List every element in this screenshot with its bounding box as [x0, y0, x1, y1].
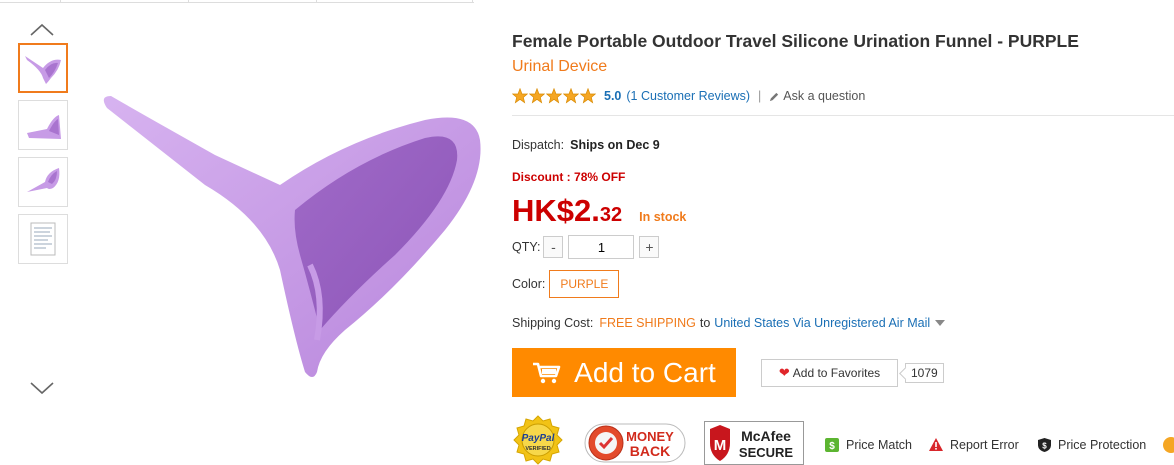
free-shipping-label: FREE SHIPPING — [599, 316, 696, 330]
heart-icon: ❤ — [778, 365, 790, 380]
star-icon — [580, 88, 596, 104]
money-text: MONEY — [626, 429, 674, 444]
qty-decrease-button[interactable]: - — [543, 236, 564, 258]
warning-icon — [929, 438, 943, 451]
section-divider — [512, 115, 1174, 116]
paypal-verified-badge: PayPal VERIFIED — [512, 415, 564, 465]
favorites-count: 1079 — [905, 363, 944, 383]
color-option-purple[interactable]: PURPLE — [549, 270, 620, 298]
dispatch-label: Dispatch: — [512, 138, 565, 152]
price-cents: 32 — [599, 204, 623, 226]
stock-status: In stock — [639, 210, 687, 224]
quantity-row: QTY: - + — [512, 235, 660, 259]
star-icon — [546, 88, 562, 104]
qty-increase-button[interactable]: + — [639, 236, 660, 258]
paypal-verified-text: VERIFIED — [525, 446, 550, 452]
mcafee-secure-badge: M McAfee SECURE — [704, 421, 804, 465]
price-match-icon: $ — [825, 438, 839, 452]
add-to-cart-button[interactable]: Add to Cart — [512, 348, 736, 397]
report-error-link[interactable]: Report Error — [928, 437, 1019, 452]
info-icon[interactable] — [1163, 437, 1174, 453]
thumbnail-1[interactable] — [18, 43, 68, 93]
secure-text: SECURE — [739, 445, 794, 460]
price-match-link[interactable]: $ Price Match — [824, 437, 912, 453]
color-label: Color: — [512, 277, 546, 291]
chevron-down-icon[interactable] — [935, 320, 946, 326]
price-match-label: Price Match — [846, 438, 912, 452]
add-to-favorites-label: Add to Favorites — [792, 366, 881, 380]
svg-text:$: $ — [1042, 442, 1047, 451]
price-row: HK$2. 32 In stock — [512, 193, 686, 229]
price-protection-label: Price Protection — [1058, 438, 1147, 452]
add-to-cart-label: Add to Cart — [574, 356, 716, 388]
thumbnail-3[interactable] — [18, 157, 68, 207]
add-to-favorites-button[interactable]: ❤ Add to Favorites — [761, 359, 898, 387]
shipping-to: to — [699, 316, 711, 330]
mcafee-text: McAfee — [741, 428, 791, 444]
thumbnail-4-instructions[interactable] — [18, 214, 68, 264]
thumbnail-list — [18, 43, 68, 271]
rating-stars — [512, 88, 596, 104]
rating-row: 5.0 (1 Customer Reviews) | Ask a questio… — [512, 88, 865, 104]
price-protection-link[interactable]: $ Price Protection — [1037, 437, 1146, 453]
reviews-link[interactable]: (1 Customer Reviews) — [626, 89, 750, 103]
money-back-badge: MONEY BACK — [584, 420, 686, 465]
dispatch-value: Ships on Dec 9 — [570, 138, 660, 152]
shipping-destination-dropdown[interactable]: United States Via Unregistered Air Mail — [714, 316, 930, 330]
color-row: Color: PURPLE — [512, 270, 620, 298]
cart-icon — [533, 362, 561, 383]
rating-separator: | — [758, 89, 762, 103]
rating-score: 5.0 — [604, 89, 622, 103]
shipping-row: Shipping Cost: FREE SHIPPING to United S… — [512, 316, 946, 330]
thumbnail-down-arrow-icon[interactable] — [28, 380, 56, 396]
star-icon — [529, 88, 545, 104]
shield-icon: $ — [1038, 438, 1051, 452]
svg-text:$: $ — [829, 441, 835, 452]
qty-input[interactable] — [568, 235, 635, 259]
report-error-label: Report Error — [950, 437, 1019, 452]
discount-label: Discount : — [512, 170, 571, 184]
product-title: Female Portable Outdoor Travel Silicone … — [512, 31, 1079, 51]
main-product-image — [95, 90, 485, 380]
top-tab-strip — [0, 0, 474, 3]
svg-text:M: M — [714, 437, 727, 454]
paypal-text: PayPal — [522, 433, 555, 444]
ask-question-link[interactable]: Ask a question — [769, 89, 865, 103]
shipping-label: Shipping Cost: — [512, 316, 594, 330]
thumbnail-2[interactable] — [18, 100, 68, 150]
back-text: BACK — [630, 443, 670, 459]
product-subtitle[interactable]: Urinal Device — [512, 58, 607, 76]
price-main: HK$2. — [512, 193, 600, 228]
pencil-icon — [770, 92, 779, 101]
discount-row: Discount : 78% OFF — [512, 170, 625, 184]
star-icon — [563, 88, 579, 104]
discount-value: 78% OFF — [574, 170, 626, 184]
ask-question-label: Ask a question — [783, 89, 866, 103]
qty-label: QTY: — [512, 240, 541, 254]
thumbnail-up-arrow-icon[interactable] — [28, 22, 56, 38]
dispatch-row: Dispatch: Ships on Dec 9 — [512, 138, 660, 152]
star-icon — [512, 88, 528, 104]
